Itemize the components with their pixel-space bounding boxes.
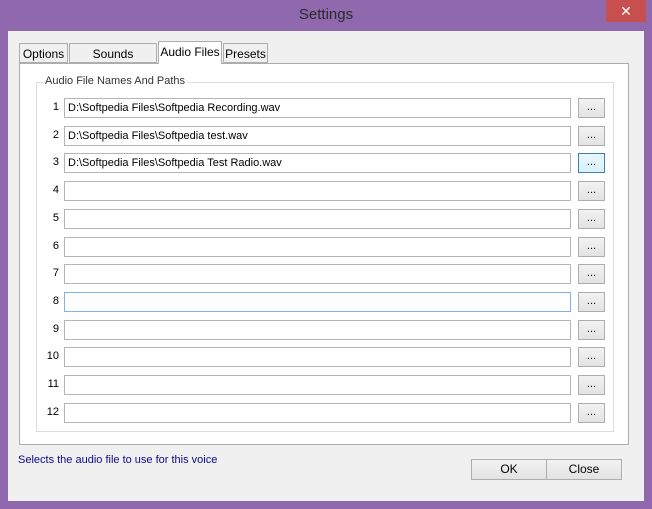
row-number-12: 12 — [46, 406, 59, 418]
row-number-10: 10 — [46, 350, 59, 362]
settings-window: Settings ✕ Options Sounds Settings Audio… — [0, 0, 652, 509]
close-button[interactable]: Close — [546, 459, 622, 480]
browse-button-7[interactable]: ... — [578, 264, 605, 284]
audio-file-path-input-8[interactable] — [64, 292, 571, 312]
row-number-5: 5 — [52, 212, 59, 224]
browse-button-12[interactable]: ... — [578, 403, 605, 423]
audio-file-path-input-12[interactable] — [64, 403, 571, 423]
audio-file-path-input-2[interactable]: D:\Softpedia Files\Softpedia test.wav — [64, 126, 571, 146]
audio-file-path-input-6[interactable] — [64, 237, 571, 257]
audio-file-path-input-5[interactable] — [64, 209, 571, 229]
row-number-2: 2 — [52, 129, 59, 141]
browse-button-10[interactable]: ... — [578, 347, 605, 367]
browse-button-4[interactable]: ... — [578, 181, 605, 201]
browse-button-3[interactable]: ... — [578, 153, 605, 173]
audio-file-path-input-9[interactable] — [64, 320, 571, 340]
audio-file-path-input-7[interactable] — [64, 264, 571, 284]
audio-files-panel: Audio File Names And Paths 1 D:\Softpedia… — [19, 63, 629, 445]
browse-button-8[interactable]: ... — [578, 292, 605, 312]
row-number-4: 4 — [52, 184, 59, 196]
status-text: Selects the audio file to use for this v… — [18, 454, 218, 466]
browse-button-1[interactable]: ... — [578, 98, 605, 118]
audio-file-path-input-11[interactable] — [64, 375, 571, 395]
window-title: Settings — [298, 6, 354, 23]
row-number-7: 7 — [52, 267, 59, 279]
row-number-11: 11 — [47, 378, 59, 390]
close-icon: ✕ — [620, 3, 632, 19]
tab-audio-files[interactable]: Audio Files — [158, 41, 222, 64]
tab-sounds-settings[interactable]: Sounds Settings — [69, 43, 157, 81]
window-close-button[interactable]: ✕ — [606, 0, 646, 22]
audio-file-path-input-3[interactable]: D:\Softpedia Files\Softpedia Test Radio.… — [64, 153, 571, 173]
audio-file-path-input-1[interactable]: D:\Softpedia Files\Softpedia Recording.w… — [64, 98, 571, 118]
group-title: Audio File Names And Paths — [43, 75, 188, 87]
dialog-client-area: Options Sounds Settings Audio Files Pres… — [8, 31, 644, 501]
browse-button-5[interactable]: ... — [578, 209, 605, 229]
ok-button[interactable]: OK — [471, 459, 547, 480]
audio-file-path-input-4[interactable] — [64, 181, 571, 201]
browse-button-9[interactable]: ... — [578, 320, 605, 340]
row-number-6: 6 — [52, 240, 59, 252]
browse-button-2[interactable]: ... — [578, 126, 605, 146]
title-bar: Settings ✕ — [0, 0, 652, 30]
row-number-1: 1 — [52, 101, 59, 113]
browse-button-6[interactable]: ... — [578, 237, 605, 257]
tab-presets[interactable]: Presets — [223, 43, 268, 63]
browse-button-11[interactable]: ... — [578, 375, 605, 395]
row-number-9: 9 — [52, 323, 59, 335]
tab-options[interactable]: Options — [19, 43, 68, 63]
row-number-8: 8 — [52, 295, 59, 307]
audio-file-path-input-10[interactable] — [64, 347, 571, 367]
audio-file-names-group: Audio File Names And Paths 1 D:\Softpedia… — [36, 75, 614, 432]
row-number-3: 3 — [52, 156, 59, 168]
